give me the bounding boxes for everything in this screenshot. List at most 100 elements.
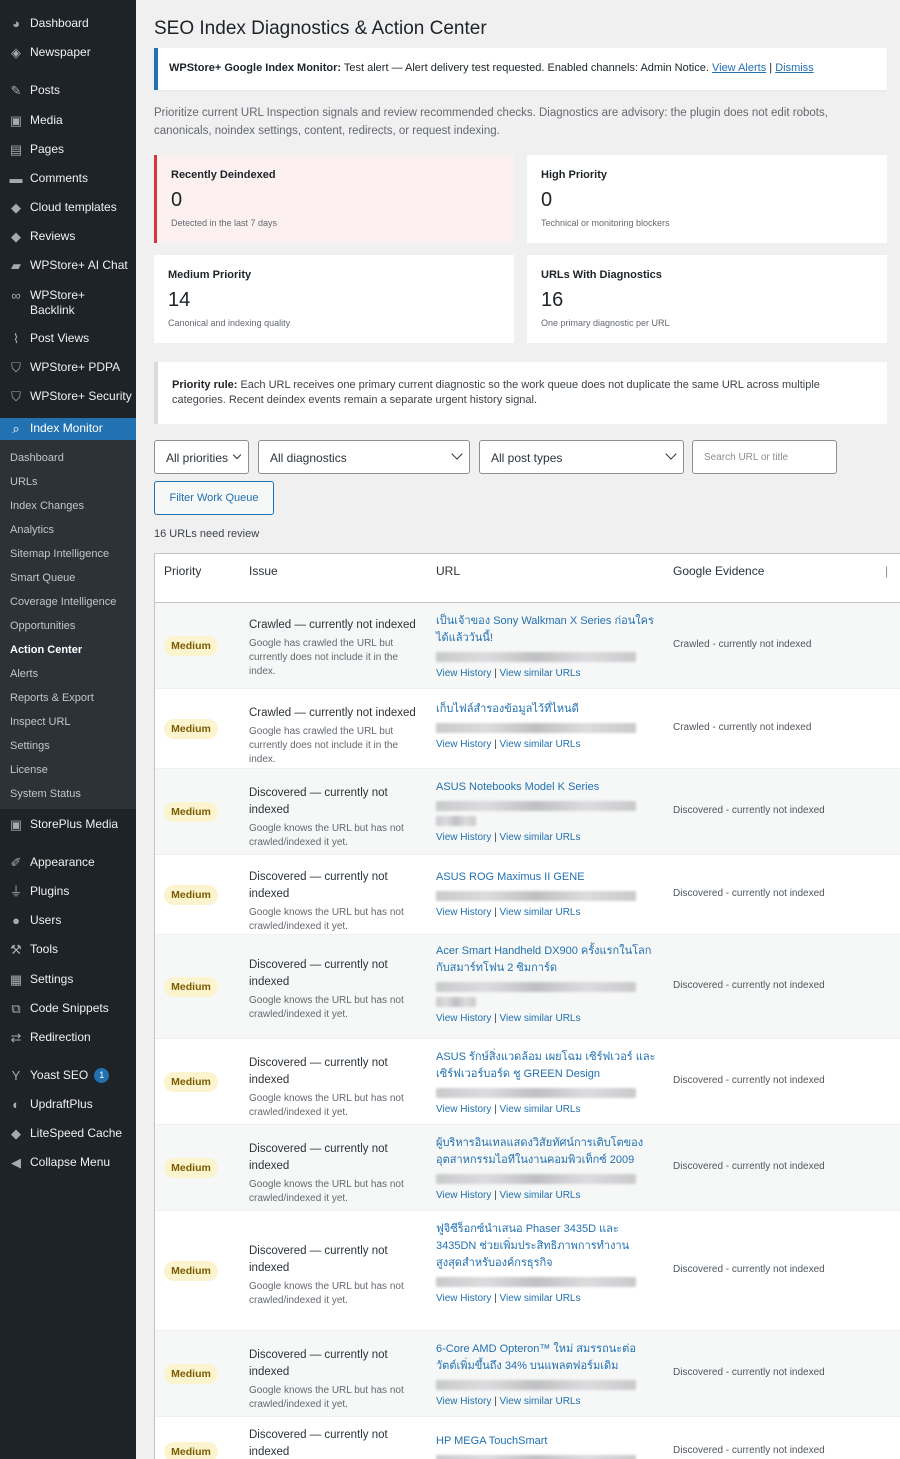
post-title-link[interactable]: HP MEGA TouchSmart: [436, 1433, 658, 1450]
sidebar-item-dashboard[interactable]: ◕ Dashboard: [0, 16, 136, 34]
priority-badge: Medium: [164, 977, 218, 997]
link-separator: |: [491, 1190, 500, 1201]
issue-cell: Crawled — currently not indexed Google ha…: [249, 705, 417, 767]
view-history-link[interactable]: View History: [436, 907, 491, 918]
sidebar-item-appearance[interactable]: ✐ Appearance: [0, 855, 136, 873]
view-history-link[interactable]: View History: [436, 668, 491, 679]
sidebar-item-wpstore-backlink[interactable]: ∞ WPStore+ Backlink: [0, 288, 136, 318]
dismiss-link[interactable]: Dismiss: [775, 62, 814, 74]
view-history-link[interactable]: View History: [436, 1396, 491, 1407]
post-title-link[interactable]: ฟูจิซีร็อกซ์นำเสนอ Phaser 3435D และ 3435…: [436, 1221, 658, 1272]
redacted-url: [436, 997, 476, 1007]
issue-description: Google knows the URL but has not crawled…: [249, 823, 404, 848]
view-history-link[interactable]: View History: [436, 1293, 491, 1304]
sidebar-item-redirection[interactable]: ⇄ Redirection: [0, 1030, 136, 1048]
view-history-link[interactable]: View History: [436, 1190, 491, 1201]
header-issue[interactable]: Issue: [249, 564, 278, 578]
submenu-item-smart-queue[interactable]: Smart Queue: [10, 572, 75, 584]
post-title-link[interactable]: เก็บไฟล์สำรองข้อมูลไว้ที่ไหนดี: [436, 701, 658, 718]
sidebar-item-reviews[interactable]: ◆ Reviews: [0, 229, 136, 247]
sidebar-item-storeplus-media[interactable]: ▣ StorePlus Media: [0, 817, 136, 835]
sidebar-item-wpstore-ai-chat[interactable]: ▰ WPStore+ AI Chat: [0, 258, 136, 276]
view-history-link[interactable]: View History: [436, 832, 491, 843]
link-icon: ∞: [11, 288, 21, 303]
view-similar-urls-link[interactable]: View similar URLs: [500, 1190, 581, 1201]
comment-icon: ▬: [9, 171, 23, 186]
submenu-item-dashboard[interactable]: Dashboard: [10, 452, 64, 464]
submenu-item-inspect-url[interactable]: Inspect URL: [10, 716, 71, 728]
search-input[interactable]: Search URL or title: [692, 440, 837, 474]
submenu-item-reports-export[interactable]: Reports & Export: [10, 692, 94, 704]
issue-description: Google has crawled the URL but currently…: [249, 726, 398, 765]
sidebar-item-label: Pages: [30, 142, 65, 156]
view-similar-urls-link[interactable]: View similar URLs: [500, 1396, 581, 1407]
sidebar-item-wpstore-pdpa[interactable]: ⛉ WPStore+ PDPA: [0, 360, 136, 378]
chat-icon: ▰: [11, 258, 21, 273]
view-history-link[interactable]: View History: [436, 739, 491, 750]
submenu-item-action-center[interactable]: Action Center: [10, 644, 82, 656]
link-separator: |: [491, 1104, 500, 1115]
priority-select[interactable]: All priorities: [154, 440, 249, 474]
sidebar-item-plugins[interactable]: ⏚ Plugins: [0, 884, 136, 902]
header-url[interactable]: URL: [436, 564, 460, 578]
submenu-item-system-status[interactable]: System Status: [10, 788, 81, 800]
view-alerts-link[interactable]: View Alerts: [712, 62, 766, 74]
dashboard-icon: ◕: [12, 16, 20, 31]
sidebar-item-posts[interactable]: ✎ Posts: [0, 83, 136, 101]
view-history-link[interactable]: View History: [436, 1104, 491, 1115]
post-title-link[interactable]: ASUS ROG Maximus II GENE: [436, 869, 658, 886]
url-cell: เป็นเจ้าของ Sony Walkman X Series ก่อนใค…: [436, 613, 658, 679]
sidebar-item-litespeed-cache[interactable]: ◆ LiteSpeed Cache: [0, 1126, 136, 1144]
url-actions: View History | View similar URLs: [436, 668, 658, 679]
post-title-link[interactable]: Acer Smart Handheld DX900 ครั้งแรกในโลก …: [436, 943, 658, 977]
submenu-item-license[interactable]: License: [10, 764, 48, 776]
sidebar-item-post-views[interactable]: ⌇ Post Views: [0, 331, 136, 349]
redirect-icon: ⇄: [10, 1030, 22, 1045]
admin-sidebar: Dashboard URLs Index Changes Analytics Sitem…: [0, 0, 136, 1459]
header-google-evidence[interactable]: Google Evidence: [673, 564, 764, 578]
view-history-link[interactable]: View History: [436, 1013, 491, 1024]
sidebar-item-cloud-templates[interactable]: ◆ Cloud templates: [0, 200, 136, 218]
sidebar-item-users[interactable]: ● Users: [0, 913, 136, 931]
submenu-item-opportunities[interactable]: Opportunities: [10, 620, 75, 632]
view-similar-urls-link[interactable]: View similar URLs: [500, 1293, 581, 1304]
sidebar-item-yoast-seo[interactable]: Y Yoast SEO 1: [0, 1068, 136, 1086]
sidebar-item-wpstore-security[interactable]: ⛉ WPStore+ Security: [0, 389, 136, 407]
issue-cell: Discovered — currently not indexed Google…: [249, 1055, 417, 1120]
submenu-item-alerts[interactable]: Alerts: [10, 668, 38, 680]
sidebar-item-updraftplus[interactable]: ◐ UpdraftPlus: [0, 1097, 136, 1115]
submenu-item-index-changes[interactable]: Index Changes: [10, 500, 84, 512]
sidebar-item-pages[interactable]: ▤ Pages: [0, 142, 136, 160]
redacted-url: [436, 1455, 636, 1459]
post-title-link[interactable]: ผู้บริหารอินเทลแสดงวิสัยทัศน์การเติบโตขอ…: [436, 1135, 658, 1169]
sidebar-item-tools[interactable]: ⚒ Tools: [0, 942, 136, 960]
updraft-icon: ◐: [12, 1097, 20, 1112]
sidebar-item-comments[interactable]: ▬ Comments: [0, 171, 136, 189]
submenu-item-coverage-intelligence[interactable]: Coverage Intelligence: [10, 596, 116, 608]
shield-icon: ⛉: [11, 389, 21, 404]
sidebar-item-settings[interactable]: ▦ Settings: [0, 972, 136, 990]
post-types-select[interactable]: All post types: [479, 440, 684, 474]
view-similar-urls-link[interactable]: View similar URLs: [500, 739, 581, 750]
post-title-link[interactable]: เป็นเจ้าของ Sony Walkman X Series ก่อนใค…: [436, 613, 658, 647]
submenu-item-urls[interactable]: URLs: [10, 476, 38, 488]
view-similar-urls-link[interactable]: View similar URLs: [500, 907, 581, 918]
filter-work-queue-button[interactable]: Filter Work Queue: [154, 481, 274, 515]
submenu-item-settings[interactable]: Settings: [10, 740, 50, 752]
submenu-item-sitemap-intelligence[interactable]: Sitemap Intelligence: [10, 548, 109, 560]
post-title-link[interactable]: ASUS รักษ์สิ่งแวดล้อม เผยโฉม เซิร์ฟเวอร์…: [436, 1049, 658, 1083]
view-similar-urls-link[interactable]: View similar URLs: [500, 1104, 581, 1115]
submenu-item-analytics[interactable]: Analytics: [10, 524, 54, 536]
view-similar-urls-link[interactable]: View similar URLs: [500, 1013, 581, 1024]
post-title-link[interactable]: ASUS Notebooks Model K Series: [436, 779, 658, 796]
header-priority[interactable]: Priority: [164, 564, 201, 578]
post-title-link[interactable]: 6-Core AMD Opteron™ ใหม่ สมรรถนะต่อ วัตต…: [436, 1341, 658, 1375]
sidebar-item-newspaper[interactable]: ◈ Newspaper: [0, 45, 136, 63]
sidebar-item-media[interactable]: ▣ Media: [0, 113, 136, 131]
sidebar-item-collapse-menu[interactable]: ◀ Collapse Menu: [0, 1155, 136, 1173]
sidebar-item-code-snippets[interactable]: ⧉ Code Snippets: [0, 1001, 136, 1019]
view-similar-urls-link[interactable]: View similar URLs: [500, 832, 581, 843]
diagnostics-select[interactable]: All diagnostics: [258, 440, 470, 474]
sidebar-item-index-monitor[interactable]: ⌕ Index Monitor: [0, 418, 136, 440]
view-similar-urls-link[interactable]: View similar URLs: [500, 668, 581, 679]
